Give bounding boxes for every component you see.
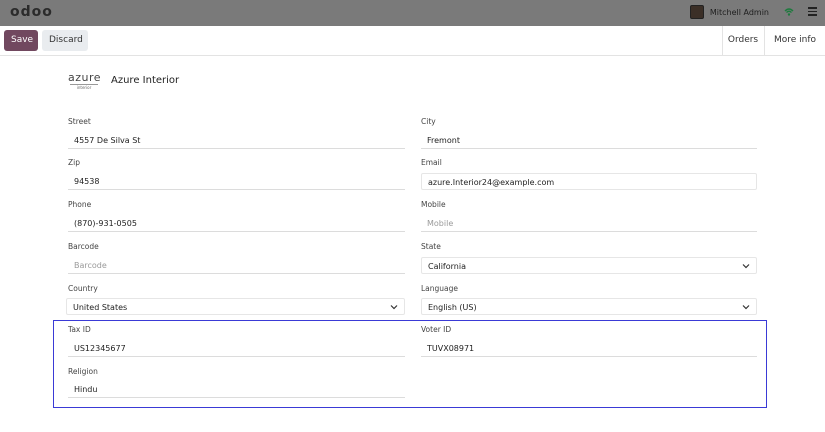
religion-field[interactable]: Hindu [68, 381, 405, 398]
partner-logo-text: azure [68, 71, 102, 84]
language-label: Language [421, 284, 459, 293]
zip-label: Zip [68, 158, 80, 167]
partner-logo-subtext: interior [70, 84, 98, 90]
orders-button[interactable]: Orders [722, 26, 763, 55]
avatar [689, 5, 704, 19]
voter-id-field[interactable]: TUVX08971 [421, 340, 757, 357]
tax-id-field[interactable]: US12345677 [68, 340, 405, 357]
barcode-field[interactable]: Barcode [68, 257, 405, 274]
partner-name: Azure Interior [111, 75, 180, 86]
phone-label: Phone [68, 200, 92, 209]
country-value: United States [73, 303, 128, 312]
country-label: Country [68, 284, 98, 293]
city-field[interactable]: Fremont [421, 132, 757, 149]
top-navbar: odoo Mitchell Admin [0, 0, 825, 26]
mobile-label: Mobile [421, 200, 446, 209]
hamburger-menu-icon[interactable] [808, 7, 817, 17]
wifi-icon[interactable] [784, 7, 794, 17]
state-label: State [421, 242, 441, 251]
chevron-down-icon [742, 264, 750, 269]
state-select[interactable]: California [421, 257, 757, 274]
email-label: Email [421, 158, 442, 167]
save-button[interactable]: Save [4, 30, 38, 51]
odoo-logo[interactable]: odoo [10, 4, 53, 20]
user-name: Mitchell Admin [709, 7, 769, 17]
mobile-field[interactable]: Mobile [421, 215, 757, 232]
barcode-label: Barcode [68, 242, 99, 251]
street-label: Street [68, 117, 91, 126]
email-field[interactable]: azure.Interior24@example.com [421, 173, 757, 190]
street-field[interactable]: 4557 De Silva St [68, 132, 405, 149]
more-info-button[interactable]: More info [764, 26, 825, 55]
voter-id-label: Voter ID [421, 325, 452, 334]
language-value: English (US) [428, 303, 477, 312]
language-select[interactable]: English (US) [421, 298, 757, 315]
city-label: City [421, 117, 436, 126]
country-select[interactable]: United States [66, 298, 405, 315]
partner-logo[interactable]: azure interior [68, 71, 102, 92]
chevron-down-icon [390, 305, 398, 310]
control-panel: Save Discard Orders More info [0, 26, 825, 56]
discard-button[interactable]: Discard [42, 30, 88, 51]
tax-id-label: Tax ID [68, 325, 91, 334]
zip-field[interactable]: 94538 [68, 173, 405, 190]
phone-field[interactable]: (870)-931-0505 [68, 215, 405, 232]
state-value: California [428, 262, 466, 271]
religion-label: Religion [68, 367, 98, 376]
chevron-down-icon [742, 305, 750, 310]
user-menu[interactable]: Mitchell Admin [689, 5, 769, 19]
